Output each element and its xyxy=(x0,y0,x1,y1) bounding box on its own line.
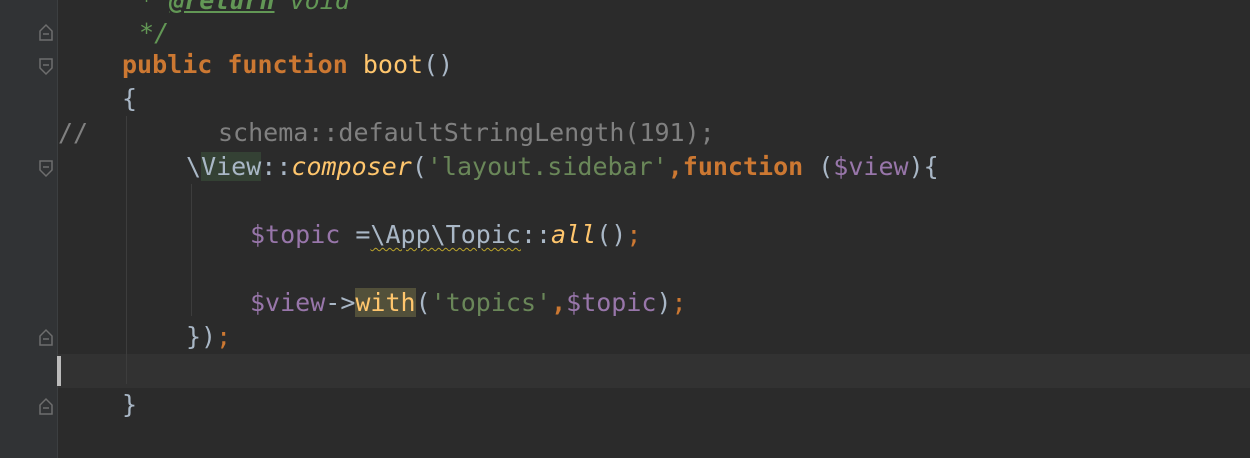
paren-close: ) xyxy=(656,288,672,317)
string-topics: 'topics' xyxy=(430,288,552,317)
method-composer: composer xyxy=(291,152,412,181)
code-line-view-with: $view->with('topics',$topic); xyxy=(250,286,687,320)
semicolon: ; xyxy=(671,288,687,317)
code-line-topic: $topic =\App\Topic::all(); xyxy=(250,218,641,252)
open-brace: { xyxy=(122,84,138,113)
closure-open: ){ xyxy=(908,152,939,181)
method-all: all xyxy=(551,220,597,249)
code-line-doc-end: */ xyxy=(124,16,169,50)
scope-resolution: :: xyxy=(520,220,552,249)
doc-prefix: * xyxy=(124,0,170,15)
doc-tag: @return xyxy=(169,0,275,15)
namespace-backslash: \ xyxy=(186,152,202,181)
comma: , xyxy=(667,152,683,181)
class-app-topic: \App\Topic xyxy=(370,220,521,249)
semicolon: ; xyxy=(626,220,642,249)
code-line-commented: schema::defaultStringLength(191); xyxy=(218,116,715,150)
commented-code: schema::defaultStringLength( xyxy=(218,118,640,147)
code-line-signature: public function boot() xyxy=(122,48,453,82)
commented-close: ); xyxy=(684,118,715,147)
code-line-close-brace: } xyxy=(122,388,137,422)
close-brace: } xyxy=(122,390,138,419)
variable-view: $view xyxy=(833,152,909,181)
code-line-composer: \View::composer('layout.sidebar',functio… xyxy=(186,150,939,184)
paren-open: ( xyxy=(415,288,431,317)
variable-topic: $topic xyxy=(250,220,341,249)
assignment: = xyxy=(340,220,371,249)
call-parens: () xyxy=(596,220,627,249)
code-line-open-brace: { xyxy=(122,82,137,116)
keyword-function: function xyxy=(682,152,804,181)
closure-close: }) xyxy=(186,322,217,351)
code-line-close-closure: }); xyxy=(186,320,231,354)
doc-end: */ xyxy=(124,18,170,47)
comma: , xyxy=(551,288,567,317)
paren-open: ( xyxy=(411,152,427,181)
class-view: View xyxy=(201,152,262,181)
scope-resolution: :: xyxy=(261,152,292,181)
variable-view: $view xyxy=(250,288,326,317)
string-layout-sidebar: 'layout.sidebar' xyxy=(426,152,668,181)
line-comment-marker: // xyxy=(58,118,89,147)
method-name: boot xyxy=(362,50,424,79)
arrow-operator: -> xyxy=(325,288,356,317)
paren-open: ( xyxy=(803,152,834,181)
code-editor[interactable]: * @return void */ public function boot()… xyxy=(0,0,1250,458)
doc-type: void xyxy=(274,0,350,15)
code-line-comment-marker: // xyxy=(58,116,88,150)
method-with: with xyxy=(355,288,416,317)
commented-number: 191 xyxy=(639,118,685,147)
keyword-function: function xyxy=(227,50,348,79)
variable-topic: $topic xyxy=(566,288,657,317)
keyword-public: public xyxy=(122,50,213,79)
code-area[interactable]: * @return void */ public function boot()… xyxy=(0,0,1250,458)
signature-parens: () xyxy=(423,50,454,79)
semicolon: ; xyxy=(216,322,232,351)
